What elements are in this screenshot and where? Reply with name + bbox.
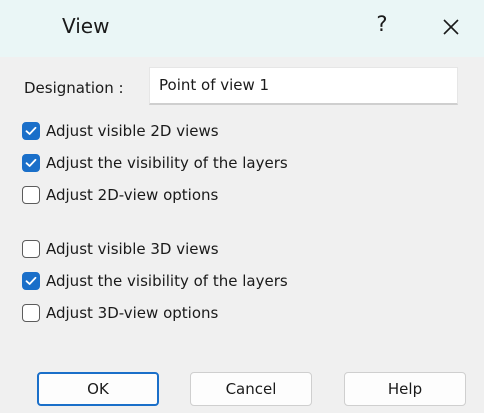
checkbox-label: Adjust 3D-view options — [46, 304, 219, 322]
checkbox-box[interactable] — [22, 304, 40, 322]
designation-label: Designation : — [24, 79, 124, 97]
dialog-title: View — [62, 14, 110, 38]
checkbox-box[interactable] — [22, 154, 40, 172]
designation-input[interactable]: Point of view 1 — [149, 67, 458, 105]
adjust-visible-2d-views-checkbox[interactable]: Adjust visible 2D views — [22, 119, 219, 143]
close-button[interactable] — [436, 12, 466, 42]
adjust-3d-view-options-checkbox[interactable]: Adjust 3D-view options — [22, 301, 218, 325]
help-question-button[interactable]: ? — [370, 12, 394, 42]
adjust-layers-visibility-3d-checkbox[interactable]: Adjust the visibility of the layers — [22, 269, 288, 293]
ok-button[interactable]: OK — [37, 372, 159, 406]
title-bar: View ? — [0, 0, 484, 57]
checkbox-box[interactable] — [22, 272, 40, 290]
adjust-2d-view-options-checkbox[interactable]: Adjust 2D-view options — [22, 183, 218, 207]
checkbox-label: Adjust visible 2D views — [46, 122, 219, 140]
checkbox-label: Adjust the visibility of the layers — [46, 272, 288, 290]
cancel-button[interactable]: Cancel — [190, 372, 312, 406]
view-dialog: View ? Designation : Point of view 1 Adj… — [0, 0, 484, 413]
checkbox-box[interactable] — [22, 240, 40, 258]
adjust-visible-3d-views-checkbox[interactable]: Adjust visible 3D views — [22, 237, 219, 261]
checkbox-label: Adjust visible 3D views — [46, 240, 219, 258]
close-icon — [443, 19, 459, 35]
checkbox-box[interactable] — [22, 122, 40, 140]
checkbox-label: Adjust 2D-view options — [46, 186, 219, 204]
checkmark-icon — [25, 158, 37, 167]
checkmark-icon — [25, 126, 37, 135]
adjust-layers-visibility-2d-checkbox[interactable]: Adjust the visibility of the layers — [22, 151, 288, 175]
checkbox-label: Adjust the visibility of the layers — [46, 154, 288, 172]
help-button[interactable]: Help — [344, 372, 466, 406]
checkmark-icon — [25, 276, 37, 285]
checkbox-box[interactable] — [22, 186, 40, 204]
